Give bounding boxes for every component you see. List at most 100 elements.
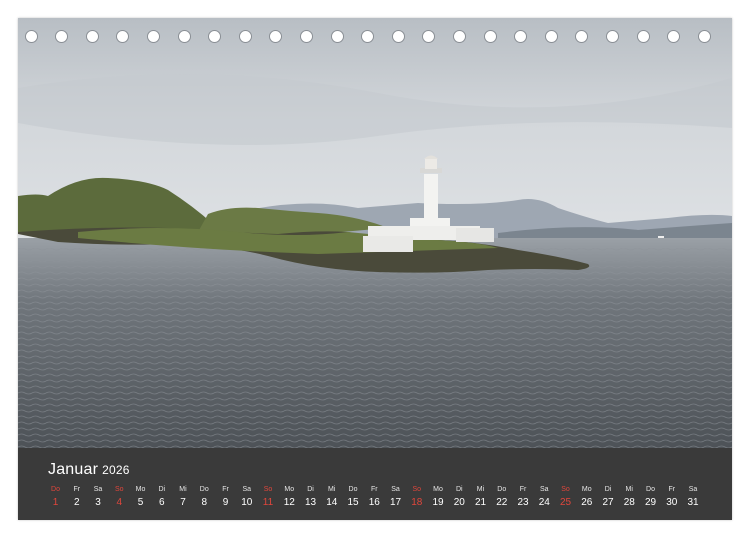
calendar-day: Fr 23 — [513, 485, 534, 509]
day-number: 18 — [411, 497, 423, 508]
weekday-label: Do — [497, 486, 507, 493]
binding-ring — [391, 30, 405, 43]
weekday-label: Di — [604, 486, 612, 493]
day-number: 29 — [644, 497, 657, 508]
weekday-label: Fr — [73, 486, 81, 493]
calendar-day: Fr 2 — [66, 485, 87, 509]
day-number: 10 — [241, 497, 253, 508]
day-number: 6 — [158, 497, 165, 508]
weekday-label: Fr — [519, 486, 527, 493]
binding-ring — [361, 30, 375, 43]
calendar-day: Di 27 — [598, 485, 619, 509]
weekday-label: Mo — [135, 486, 146, 493]
binding-ring — [269, 30, 283, 43]
day-number: 14 — [326, 497, 338, 508]
day-number: 1 — [52, 497, 59, 508]
binding-ring — [55, 30, 69, 43]
weekday-label: Mo — [284, 486, 295, 493]
calendar-day: So 4 — [109, 485, 130, 509]
day-number: 15 — [347, 497, 359, 508]
weekday-label: Sa — [688, 486, 698, 493]
binding-ring — [575, 30, 589, 43]
month-label: Januar 2026 — [48, 461, 130, 479]
calendar-day: Sa 3 — [88, 485, 109, 509]
calendar-day: Do 1 — [45, 485, 66, 509]
day-number: 5 — [137, 497, 144, 508]
binding-ring — [177, 30, 191, 43]
weekday-label: Sa — [93, 486, 103, 493]
calendar-day: Mo 12 — [279, 485, 300, 509]
weekday-label: Mo — [433, 486, 443, 493]
days-row: Do 1 Fr 2 Sa 3 So 4 Mo 5 Di 6 Mi 7 Do 8 Fr 9 Sa 10 So 11 Mo 12 D… — [45, 485, 725, 515]
weekday-label: Fr — [222, 486, 229, 493]
month-year: 2026 — [102, 463, 130, 477]
day-number: 7 — [180, 497, 186, 508]
binding-ring — [330, 30, 344, 43]
binding-ring — [667, 30, 681, 43]
calendar-day: Di 13 — [300, 485, 321, 509]
binding-ring — [116, 30, 130, 43]
calendar-day: Fr 16 — [364, 485, 385, 509]
day-number: 20 — [453, 497, 465, 508]
day-number: 13 — [304, 497, 317, 508]
binding-ring — [483, 30, 497, 43]
calendar-day: Sa 10 — [236, 485, 257, 509]
day-number: 24 — [538, 497, 550, 508]
calendar-day: Mo 19 — [428, 485, 449, 509]
weekday-label: Do — [199, 486, 209, 493]
binding-ring — [697, 30, 711, 43]
calendar-day: Mi 21 — [470, 485, 491, 509]
binding-ring — [238, 30, 252, 43]
weekday-label: Sa — [242, 486, 252, 493]
weekday-label: Mo — [581, 486, 592, 493]
lighthouse-scene — [18, 18, 732, 448]
binding-ring — [636, 30, 650, 43]
calendar-bar: Januar 2026 Do 1 Fr 2 Sa 3 So 4 Mo 5 Di 6 Mi 7 Do 8 Fr 9 Sa… — [18, 448, 732, 520]
day-number: 25 — [559, 497, 572, 508]
weekday-label: Di — [307, 486, 314, 493]
weekday-label: Do — [51, 486, 60, 493]
weekday-label: Mi — [328, 486, 336, 493]
calendar-day: Sa 24 — [534, 485, 555, 509]
day-number: 3 — [95, 497, 101, 508]
calendar-day: Do 15 — [343, 485, 364, 509]
calendar-day: Mi 7 — [173, 485, 194, 509]
day-number: 17 — [389, 497, 402, 508]
calendar-day: So 18 — [406, 485, 427, 509]
calendar-day: Di 6 — [151, 485, 172, 509]
day-number: 23 — [517, 497, 529, 508]
weekday-label: Do — [348, 486, 358, 493]
day-number: 8 — [201, 497, 208, 508]
day-number: 11 — [262, 497, 274, 508]
calendar-day: Mi 28 — [619, 485, 640, 509]
weekday-label: Do — [646, 486, 655, 493]
month-name: Januar — [48, 461, 99, 478]
day-number: 26 — [581, 497, 593, 508]
landscape-photo — [18, 18, 732, 448]
calendar-day: Do 8 — [194, 485, 215, 509]
day-number: 28 — [623, 497, 635, 508]
day-number: 22 — [496, 497, 508, 508]
day-number: 30 — [666, 497, 678, 508]
binding-ring — [24, 30, 38, 43]
calendar-day: So 25 — [555, 485, 576, 509]
weekday-label: Di — [158, 486, 166, 493]
calendar-day: Mo 26 — [576, 485, 597, 509]
binding-ring — [514, 30, 528, 43]
calendar-day: So 11 — [258, 485, 279, 509]
binding-ring — [208, 30, 222, 43]
binding-ring — [299, 30, 313, 43]
day-number: 2 — [73, 497, 80, 508]
weekday-label: Mi — [179, 486, 187, 493]
binding-ring — [544, 30, 558, 43]
calendar-day: Di 20 — [449, 485, 470, 509]
day-number: 9 — [222, 497, 229, 508]
binding-ring — [605, 30, 619, 43]
weekday-label: So — [412, 486, 422, 493]
weekday-label: Mi — [625, 486, 633, 493]
calendar-day: Fr 9 — [215, 485, 236, 509]
weekday-label: Di — [455, 486, 463, 493]
weekday-label: Fr — [668, 486, 676, 493]
weekday-label: So — [561, 486, 570, 493]
calendar-day: Sa 31 — [683, 485, 704, 509]
